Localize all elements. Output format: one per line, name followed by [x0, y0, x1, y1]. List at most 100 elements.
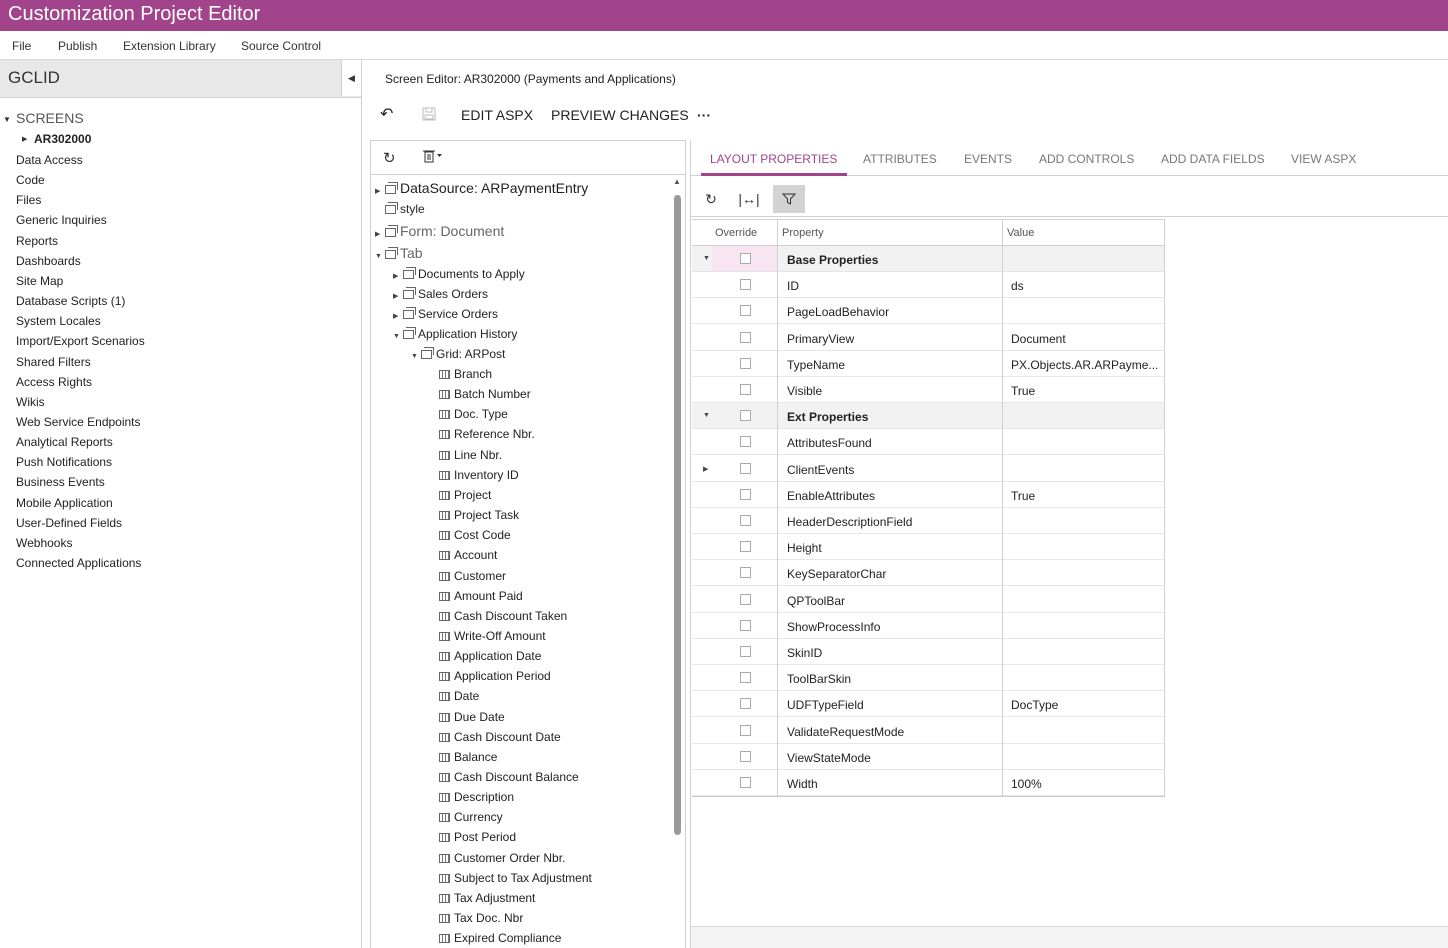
tree-node-field[interactable]: Batch Number	[429, 387, 531, 401]
nav-item[interactable]: Dashboards	[16, 254, 81, 268]
tree-node-field[interactable]: Balance	[429, 750, 497, 764]
preview-changes-button[interactable]: PREVIEW CHANGES	[551, 107, 689, 123]
edit-aspx-button[interactable]: EDIT ASPX	[461, 107, 533, 123]
override-checkbox[interactable]	[740, 331, 751, 343]
property-value[interactable]: True	[1011, 489, 1161, 503]
tree-node-field[interactable]: Application Period	[429, 669, 551, 683]
caret-right-icon[interactable]: ▶	[375, 230, 385, 238]
nav-item[interactable]: Wikis	[16, 395, 45, 409]
override-checkbox[interactable]	[740, 279, 751, 291]
caret-down-icon[interactable]: ▼	[3, 115, 11, 124]
nav-item[interactable]: Webhooks	[16, 536, 72, 550]
override-checkbox[interactable]	[740, 515, 751, 526]
nav-item[interactable]: User-Defined Fields	[16, 516, 122, 530]
property-row[interactable]: ▶ ClientEvents	[692, 456, 1165, 482]
tree-node-tab-item[interactable]: ▼ Application History	[393, 327, 517, 341]
menu-publish[interactable]: Publish	[58, 39, 97, 53]
tree-node-field[interactable]: Customer	[429, 569, 506, 583]
nav-item[interactable]: Data Access	[16, 153, 83, 167]
tree-node-field[interactable]: Inventory ID	[429, 468, 519, 482]
nav-item[interactable]: Generic Inquiries	[16, 213, 107, 227]
tree-node-field[interactable]: Project Task	[429, 508, 519, 522]
tree-node-field[interactable]: Subject to Tax Adjustment	[429, 871, 592, 885]
override-checkbox[interactable]	[740, 436, 751, 448]
caret-right-icon[interactable]: ▶	[375, 187, 385, 195]
override-checkbox[interactable]	[740, 698, 751, 710]
nav-item[interactable]: Connected Applications	[16, 556, 141, 570]
nav-item[interactable]: Analytical Reports	[16, 435, 113, 449]
override-checkbox[interactable]	[740, 488, 751, 500]
caret-down-icon[interactable]: ▼	[393, 333, 403, 340]
property-group-row[interactable]: ▼ Ext Properties	[692, 403, 1165, 430]
property-row[interactable]: SkinID	[692, 639, 1165, 665]
menu-source-control[interactable]: Source Control	[241, 39, 321, 53]
property-value[interactable]: PX.Objects.AR.ARPayme...	[1011, 358, 1161, 372]
tree-node-field[interactable]: Cash Discount Taken	[429, 609, 567, 623]
tab-add-controls[interactable]: ADD CONTROLS	[1039, 152, 1134, 166]
nav-item[interactable]: Access Rights	[16, 375, 92, 389]
tree-node-style[interactable]: style	[375, 202, 425, 216]
property-row[interactable]: QPToolBar	[692, 587, 1165, 613]
menu-file[interactable]: File	[12, 39, 31, 53]
property-row[interactable]: KeySeparatorChar	[692, 560, 1165, 587]
property-value[interactable]: Document	[1011, 332, 1161, 346]
property-row[interactable]: ID ds	[692, 272, 1165, 299]
nav-item[interactable]: Shared Filters	[16, 355, 91, 369]
caret-right-icon[interactable]: ▶	[703, 465, 708, 473]
nav-item[interactable]: Business Events	[16, 475, 105, 489]
override-checkbox[interactable]	[740, 305, 751, 317]
tree-node-field[interactable]: Date	[429, 689, 479, 703]
tree-node-field[interactable]: Tax Adjustment	[429, 891, 535, 905]
caret-down-icon[interactable]: ▼	[411, 353, 421, 360]
tree-node-field[interactable]: Account	[429, 548, 497, 562]
fit-width-icon[interactable]: |↔|	[733, 185, 765, 213]
property-row[interactable]: PageLoadBehavior	[692, 298, 1165, 325]
menu-extension-library[interactable]: Extension Library	[123, 39, 216, 53]
tab-view-aspx[interactable]: VIEW ASPX	[1291, 152, 1356, 166]
nav-item[interactable]: Files	[16, 193, 41, 207]
nav-screen-ar302000[interactable]: AR302000	[34, 132, 91, 146]
tab-layout-properties[interactable]: LAYOUT PROPERTIES	[710, 152, 837, 166]
column-header-property[interactable]: Property	[782, 227, 824, 239]
tree-node-field[interactable]: Currency	[429, 810, 503, 824]
tree-node-tab-item[interactable]: ▶ Sales Orders	[393, 287, 488, 301]
tree-node-field[interactable]: Tax Doc. Nbr	[429, 911, 523, 925]
tab-attributes[interactable]: ATTRIBUTES	[863, 152, 937, 166]
property-row[interactable]: ValidateRequestMode	[692, 718, 1165, 744]
property-value[interactable]: DocType	[1011, 698, 1161, 712]
override-checkbox[interactable]	[740, 253, 751, 264]
override-checkbox[interactable]	[740, 541, 751, 553]
caret-right-icon[interactable]: ▶	[22, 135, 27, 143]
tab-add-data-fields[interactable]: ADD DATA FIELDS	[1161, 152, 1265, 166]
property-row[interactable]: ToolBarSkin	[692, 665, 1165, 692]
nav-item[interactable]: Mobile Application	[16, 496, 113, 510]
property-row[interactable]: Visible True	[692, 377, 1165, 403]
property-row[interactable]: ShowProcessInfo	[692, 613, 1165, 639]
column-header-override[interactable]: Override	[715, 227, 757, 239]
tree-scrollbar[interactable]: ▲	[673, 177, 681, 947]
tree-node-field[interactable]: Application Date	[429, 649, 541, 663]
caret-right-icon[interactable]: ▶	[393, 272, 403, 280]
tab-events[interactable]: EVENTS	[964, 152, 1012, 166]
override-checkbox[interactable]	[740, 672, 751, 684]
caret-right-icon[interactable]: ▶	[393, 292, 403, 300]
trash-icon[interactable]	[423, 149, 443, 167]
tree-node-field[interactable]: Branch	[429, 367, 492, 381]
override-checkbox[interactable]	[740, 750, 751, 762]
property-row[interactable]: AttributesFound	[692, 429, 1165, 456]
save-icon[interactable]	[422, 107, 436, 124]
tree-node-field[interactable]: Reference Nbr.	[429, 427, 535, 441]
nav-screens[interactable]: SCREENS	[16, 110, 84, 126]
tree-node-field[interactable]: Cash Discount Balance	[429, 770, 579, 784]
caret-down-icon[interactable]: ▼	[703, 412, 710, 419]
override-checkbox[interactable]	[740, 619, 751, 631]
tree-node-field[interactable]: Line Nbr.	[429, 448, 502, 462]
scroll-up-icon[interactable]: ▲	[673, 177, 681, 186]
tree-node-tab[interactable]: ▼ Tab	[375, 245, 423, 261]
filter-icon[interactable]	[773, 185, 805, 213]
override-checkbox[interactable]	[740, 646, 751, 657]
override-checkbox[interactable]	[740, 410, 751, 422]
tree-node-field[interactable]: Amount Paid	[429, 589, 523, 603]
tree-node-field[interactable]: Project	[429, 488, 491, 502]
property-row[interactable]: PrimaryView Document	[692, 325, 1165, 351]
